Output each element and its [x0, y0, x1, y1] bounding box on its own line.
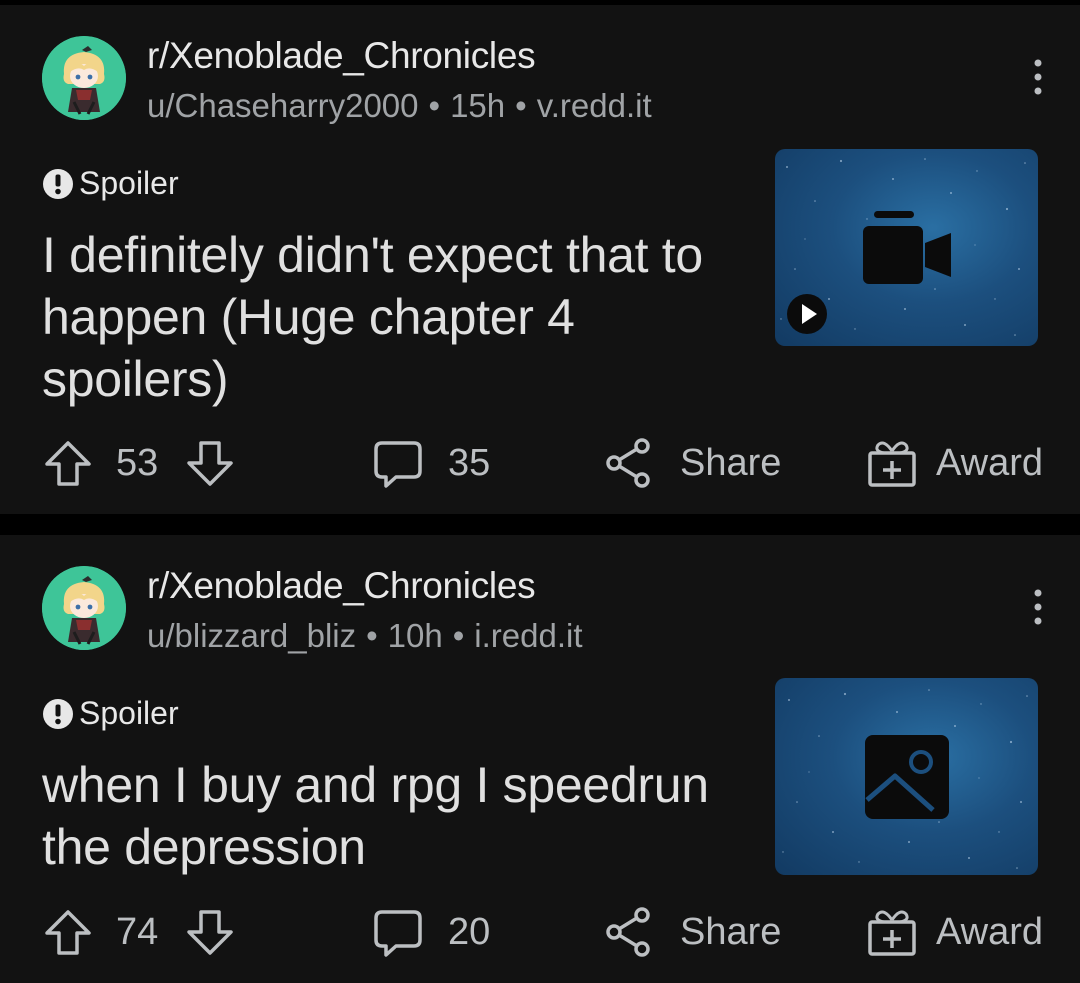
spoiler-label: Spoiler: [79, 165, 179, 201]
more-options-icon[interactable]: [1028, 587, 1048, 627]
share-icon: [606, 438, 650, 488]
upvote-arrow-icon: [45, 441, 91, 486]
subreddit-avatar[interactable]: [42, 36, 126, 120]
share-label: Share: [680, 910, 782, 953]
comment-count: 20: [448, 910, 491, 953]
author-name[interactable]: u/blizzard_bliz: [147, 617, 356, 654]
comments-button[interactable]: 35: [372, 433, 490, 493]
share-icon: [606, 907, 650, 957]
spoiler-tag: Spoiler: [42, 695, 179, 732]
play-icon[interactable]: [785, 292, 829, 336]
post-domain[interactable]: v.redd.it: [537, 87, 652, 124]
spoiler-label: Spoiler: [79, 695, 179, 731]
meta-separator: •: [452, 617, 465, 654]
comments-button[interactable]: 20: [372, 902, 490, 962]
share-button[interactable]: Share: [604, 902, 781, 962]
post-thumbnail[interactable]: [775, 678, 1038, 875]
award-label: Award: [936, 910, 1044, 953]
author-name[interactable]: u/Chaseharry2000: [147, 87, 419, 124]
share-button[interactable]: Share: [604, 433, 781, 493]
subreddit-name[interactable]: r/Xenoblade_Chronicles: [147, 35, 536, 77]
spoiler-icon: [43, 168, 73, 199]
post-actions: 53 35 Share Award: [0, 433, 1080, 493]
share-label: Share: [680, 441, 782, 484]
meta-separator: •: [515, 87, 527, 124]
subreddit-name[interactable]: r/Xenoblade_Chronicles: [147, 565, 536, 607]
downvote-arrow-icon: [187, 910, 233, 955]
upvote-button[interactable]: [42, 902, 94, 962]
meta-separator: •: [366, 617, 378, 654]
image-icon: [865, 735, 949, 819]
comment-count: 35: [448, 441, 491, 484]
vote-count: 74: [116, 910, 159, 953]
post-age: 10h: [387, 617, 443, 654]
post-domain[interactable]: i.redd.it: [474, 617, 582, 654]
downvote-arrow-icon: [187, 441, 233, 486]
spoiler-tag: Spoiler: [42, 165, 179, 202]
post-title[interactable]: I definitely didn't expect that to happe…: [42, 224, 742, 410]
post-meta: u/blizzard_bliz • 10h • i.redd.it: [147, 617, 583, 655]
post-actions: 74 20 Share Award: [0, 902, 1080, 962]
upvote-button[interactable]: [42, 433, 94, 493]
post-card[interactable]: r/Xenoblade_Chronicles u/blizzard_bliz • 1…: [0, 535, 1080, 983]
comment-bubble-icon: [374, 910, 422, 957]
downvote-button[interactable]: [184, 433, 236, 493]
post-card[interactable]: r/Xenoblade_Chronicles u/Chaseharry2000 •…: [0, 5, 1080, 514]
gift-box-icon: [868, 441, 916, 487]
chibi-avatar-icon: [42, 36, 126, 120]
post-meta: u/Chaseharry2000 • 15h • v.redd.it: [147, 87, 652, 125]
award-button[interactable]: Award: [866, 902, 1043, 962]
vote-count: 53: [116, 441, 159, 484]
spoiler-icon: [43, 698, 73, 729]
post-age: 15h: [450, 87, 506, 124]
comment-bubble-icon: [374, 441, 422, 488]
award-label: Award: [936, 441, 1044, 484]
more-options-icon[interactable]: [1028, 57, 1048, 97]
upvote-arrow-icon: [45, 910, 91, 955]
post-thumbnail[interactable]: [775, 149, 1038, 346]
gift-box-icon: [868, 910, 916, 956]
post-title[interactable]: when I buy and rpg I speedrun the depres…: [42, 754, 742, 878]
meta-separator: •: [428, 87, 441, 124]
subreddit-avatar[interactable]: [42, 566, 126, 650]
downvote-button[interactable]: [184, 902, 236, 962]
award-button[interactable]: Award: [866, 433, 1043, 493]
chibi-avatar-icon: [42, 566, 126, 650]
